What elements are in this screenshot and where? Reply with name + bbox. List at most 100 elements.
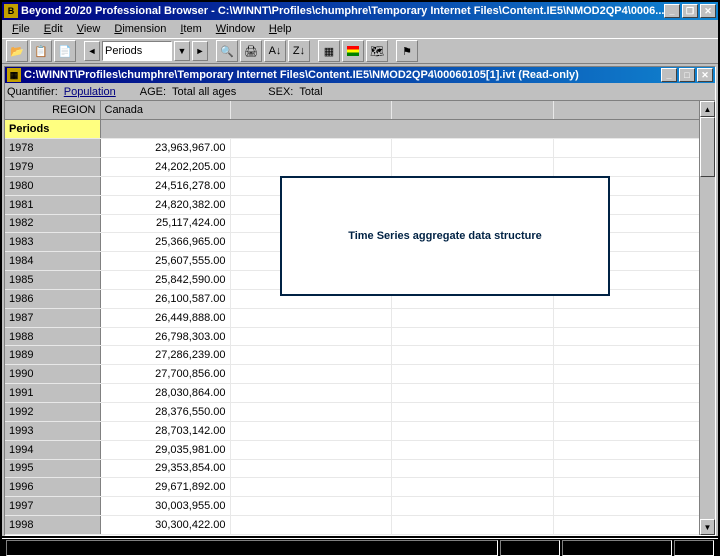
map-icon[interactable]: 🗺 <box>366 40 388 62</box>
close-button[interactable]: ✕ <box>700 4 716 18</box>
row-year[interactable]: 1989 <box>5 346 100 365</box>
quantifier-value[interactable]: Population <box>64 86 116 98</box>
row-year[interactable]: 1988 <box>5 327 100 346</box>
table-row[interactable]: 199730,003,955.00 <box>5 497 715 516</box>
table-row[interactable]: 199629,671,892.00 <box>5 478 715 497</box>
row-year[interactable]: 1993 <box>5 421 100 440</box>
row-value[interactable]: 28,703,142.00 <box>100 421 230 440</box>
doc-titlebar[interactable]: ▦ C:\WINNT\Profiles\chumphre\Temporary I… <box>5 67 715 83</box>
row-year[interactable]: 1979 <box>5 158 100 177</box>
table-row[interactable]: 199128,030,864.00 <box>5 384 715 403</box>
row-year[interactable]: 1990 <box>5 365 100 384</box>
row-value[interactable]: 25,117,424.00 <box>100 214 230 233</box>
row-value[interactable]: 26,798,303.00 <box>100 327 230 346</box>
sort-asc-icon[interactable]: A↓ <box>264 40 286 62</box>
next-button[interactable]: ► <box>192 41 208 61</box>
menubar: File Edit View Dimension Item Window Hel… <box>2 20 718 38</box>
row-value[interactable]: 28,376,550.00 <box>100 403 230 422</box>
row-year[interactable]: 1998 <box>5 516 100 535</box>
table-row[interactable]: 199830,300,422.00 <box>5 516 715 535</box>
scroll-thumb[interactable] <box>700 117 715 177</box>
row-value[interactable]: 26,449,888.00 <box>100 308 230 327</box>
doc-close-button[interactable]: ✕ <box>697 68 713 82</box>
region-header[interactable]: REGION <box>5 101 100 120</box>
table-row[interactable]: 198927,286,239.00 <box>5 346 715 365</box>
scroll-down-icon[interactable]: ▼ <box>700 519 715 535</box>
dropdown-arrow-icon[interactable]: ▼ <box>174 41 190 61</box>
menu-dimension[interactable]: Dimension <box>108 21 172 37</box>
minimize-button[interactable]: _ <box>664 4 680 18</box>
table-row[interactable]: 198726,449,888.00 <box>5 308 715 327</box>
statusbar: For Help, press F1 33/38 1961 ENG <box>2 538 718 556</box>
row-year[interactable]: 1994 <box>5 440 100 459</box>
table-row[interactable]: 199429,035,981.00 <box>5 440 715 459</box>
sex-value: Total <box>299 86 322 98</box>
sort-desc-icon[interactable]: Z↓ <box>288 40 310 62</box>
row-year[interactable]: 1996 <box>5 478 100 497</box>
row-year[interactable]: 1986 <box>5 289 100 308</box>
find-icon[interactable]: 🔍 <box>216 40 238 62</box>
row-value[interactable]: 29,671,892.00 <box>100 478 230 497</box>
row-value[interactable]: 27,286,239.00 <box>100 346 230 365</box>
chart-icon[interactable] <box>342 40 364 62</box>
print-icon[interactable]: 🖨 <box>240 40 262 62</box>
paste-icon[interactable]: 📄 <box>54 40 76 62</box>
row-value[interactable]: 24,516,278.00 <box>100 176 230 195</box>
menu-window[interactable]: Window <box>210 21 261 37</box>
table-row[interactable]: 199027,700,856.00 <box>5 365 715 384</box>
document-window: ▦ C:\WINNT\Profiles\chumphre\Temporary I… <box>4 66 716 536</box>
row-value[interactable]: 29,035,981.00 <box>100 440 230 459</box>
data-grid[interactable]: REGIONCanada Periods 197823,963,967.0019… <box>5 101 715 535</box>
table-row[interactable]: 197924,202,205.00 <box>5 158 715 177</box>
row-year[interactable]: 1984 <box>5 252 100 271</box>
menu-edit[interactable]: Edit <box>38 21 69 37</box>
row-year[interactable]: 1985 <box>5 271 100 290</box>
row-value[interactable]: 26,100,587.00 <box>100 289 230 308</box>
periods-header[interactable]: Periods <box>5 120 100 139</box>
table-row[interactable]: 199328,703,142.00 <box>5 421 715 440</box>
row-year[interactable]: 1997 <box>5 497 100 516</box>
row-year[interactable]: 1995 <box>5 459 100 478</box>
sex-label: SEX: <box>268 86 293 98</box>
row-year[interactable]: 1987 <box>5 308 100 327</box>
row-year[interactable]: 1980 <box>5 176 100 195</box>
row-value[interactable]: 30,300,422.00 <box>100 516 230 535</box>
menu-file[interactable]: File <box>6 21 36 37</box>
row-year[interactable]: 1982 <box>5 214 100 233</box>
menu-help[interactable]: Help <box>263 21 298 37</box>
row-value[interactable]: 29,353,854.00 <box>100 459 230 478</box>
menu-item[interactable]: Item <box>174 21 207 37</box>
table-icon[interactable]: ▦ <box>318 40 340 62</box>
row-value[interactable]: 25,842,590.00 <box>100 271 230 290</box>
row-value[interactable]: 27,700,856.00 <box>100 365 230 384</box>
table-row[interactable]: 198826,798,303.00 <box>5 327 715 346</box>
scroll-up-icon[interactable]: ▲ <box>700 101 715 117</box>
row-year[interactable]: 1992 <box>5 403 100 422</box>
doc-maximize-button[interactable]: □ <box>679 68 695 82</box>
dimension-selector[interactable]: Periods <box>102 41 172 61</box>
table-row[interactable]: 199529,353,854.00 <box>5 459 715 478</box>
row-year[interactable]: 1991 <box>5 384 100 403</box>
row-value[interactable]: 30,003,955.00 <box>100 497 230 516</box>
vertical-scrollbar[interactable]: ▲ ▼ <box>699 101 715 535</box>
flag-icon[interactable]: ⚑ <box>396 40 418 62</box>
row-year[interactable]: 1983 <box>5 233 100 252</box>
menu-view[interactable]: View <box>71 21 107 37</box>
doc-minimize-button[interactable]: _ <box>661 68 677 82</box>
row-value[interactable]: 25,607,555.00 <box>100 252 230 271</box>
prev-button[interactable]: ◄ <box>84 41 100 61</box>
table-row[interactable]: 197823,963,967.00 <box>5 139 715 158</box>
maximize-button[interactable]: ❐ <box>682 4 698 18</box>
app-titlebar[interactable]: B Beyond 20/20 Professional Browser - C:… <box>2 2 718 20</box>
row-year[interactable]: 1978 <box>5 139 100 158</box>
row-value[interactable]: 24,202,205.00 <box>100 158 230 177</box>
row-value[interactable]: 28,030,864.00 <box>100 384 230 403</box>
row-value[interactable]: 25,366,965.00 <box>100 233 230 252</box>
row-value[interactable]: 23,963,967.00 <box>100 139 230 158</box>
row-value[interactable]: 24,820,382.00 <box>100 195 230 214</box>
open-icon[interactable]: 📂 <box>6 40 28 62</box>
table-row[interactable]: 199228,376,550.00 <box>5 403 715 422</box>
copy-icon[interactable]: 📋 <box>30 40 52 62</box>
row-year[interactable]: 1981 <box>5 195 100 214</box>
column-canada[interactable]: Canada <box>100 101 230 120</box>
